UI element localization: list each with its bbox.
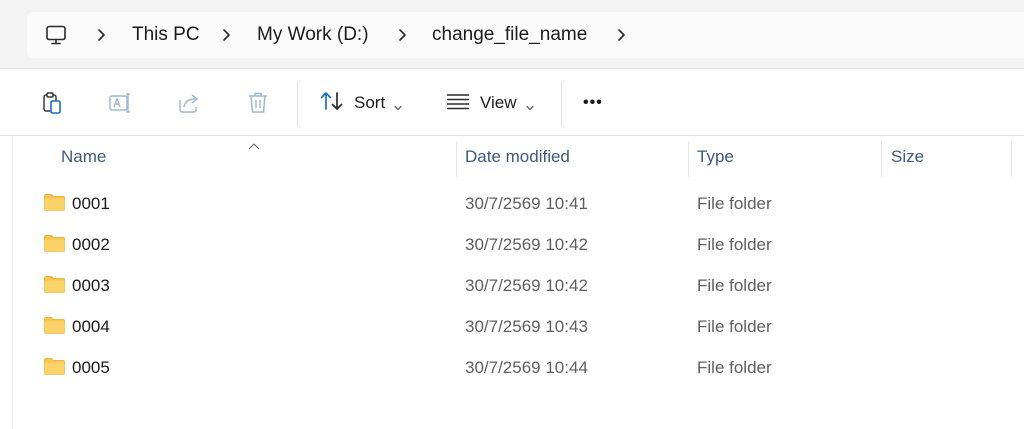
list-item[interactable]: 0004 30/7/2569 10:43 File folder bbox=[40, 306, 1020, 347]
file-name: 0001 bbox=[72, 194, 110, 213]
folder-icon bbox=[44, 317, 65, 334]
breadcrumb-change-file-name[interactable]: change_file_name bbox=[432, 12, 587, 58]
view-icon bbox=[445, 89, 471, 118]
file-date-modified: 30/7/2569 10:44 bbox=[465, 358, 588, 377]
more-options-button[interactable]: ••• bbox=[583, 87, 603, 119]
list-item[interactable]: 0001 30/7/2569 10:41 File folder bbox=[40, 183, 1020, 224]
column-header-type[interactable]: Type bbox=[689, 137, 881, 177]
chevron-right-icon[interactable] bbox=[93, 27, 109, 43]
file-type: File folder bbox=[697, 235, 772, 254]
column-divider[interactable] bbox=[1011, 141, 1012, 177]
address-bar[interactable]: This PC My Work (D:) change_file_name bbox=[27, 12, 1024, 58]
sort-icon bbox=[319, 89, 345, 118]
breadcrumb-my-work[interactable]: My Work (D:) bbox=[257, 12, 369, 58]
view-label: View bbox=[480, 93, 517, 112]
chevron-down-icon bbox=[393, 98, 403, 111]
column-header-date-modified[interactable]: Date modified bbox=[457, 137, 687, 177]
pane-divider bbox=[12, 137, 13, 429]
folder-icon bbox=[44, 276, 65, 293]
file-date-modified: 30/7/2569 10:42 bbox=[465, 235, 588, 254]
folder-icon bbox=[44, 235, 65, 252]
share-icon[interactable] bbox=[173, 87, 205, 119]
list-item[interactable]: 0005 30/7/2569 10:44 File folder bbox=[40, 347, 1020, 388]
breadcrumb-this-pc[interactable]: This PC bbox=[132, 12, 200, 58]
column-header-name[interactable]: Name bbox=[53, 137, 455, 177]
list-item[interactable]: 0003 30/7/2569 10:42 File folder bbox=[40, 265, 1020, 306]
view-button[interactable]: View bbox=[445, 87, 535, 119]
clipboard-icon[interactable] bbox=[36, 87, 68, 119]
file-name: 0005 bbox=[72, 358, 110, 377]
sort-label: Sort bbox=[354, 93, 386, 112]
file-type: File folder bbox=[697, 276, 772, 295]
command-bar: Sort View ••• bbox=[0, 70, 1024, 136]
toolbar-separator bbox=[561, 82, 562, 126]
chevron-right-icon[interactable] bbox=[613, 27, 629, 43]
address-bar-region: This PC My Work (D:) change_file_name bbox=[0, 0, 1024, 69]
toolbar-separator bbox=[297, 82, 298, 126]
folder-icon bbox=[44, 194, 65, 211]
file-type: File folder bbox=[697, 194, 772, 213]
file-date-modified: 30/7/2569 10:42 bbox=[465, 276, 588, 295]
this-pc-icon[interactable] bbox=[44, 23, 68, 47]
file-date-modified: 30/7/2569 10:43 bbox=[465, 317, 588, 336]
file-name: 0004 bbox=[72, 317, 110, 336]
sort-button[interactable]: Sort bbox=[319, 87, 403, 119]
file-name: 0003 bbox=[72, 276, 110, 295]
delete-icon[interactable] bbox=[242, 87, 274, 119]
list-item[interactable]: 0002 30/7/2569 10:42 File folder bbox=[40, 224, 1020, 265]
file-list: Name Date modified Type Size 0001 30/7/2… bbox=[0, 137, 1024, 429]
chevron-right-icon[interactable] bbox=[394, 27, 410, 43]
chevron-right-icon[interactable] bbox=[218, 27, 234, 43]
chevron-down-icon bbox=[525, 98, 535, 111]
column-divider[interactable] bbox=[881, 141, 882, 177]
file-name: 0002 bbox=[72, 235, 110, 254]
column-header-size[interactable]: Size bbox=[883, 137, 1011, 177]
file-type: File folder bbox=[697, 317, 772, 336]
file-date-modified: 30/7/2569 10:41 bbox=[465, 194, 588, 213]
rename-icon[interactable] bbox=[104, 87, 136, 119]
folder-icon bbox=[44, 358, 65, 375]
file-type: File folder bbox=[697, 358, 772, 377]
